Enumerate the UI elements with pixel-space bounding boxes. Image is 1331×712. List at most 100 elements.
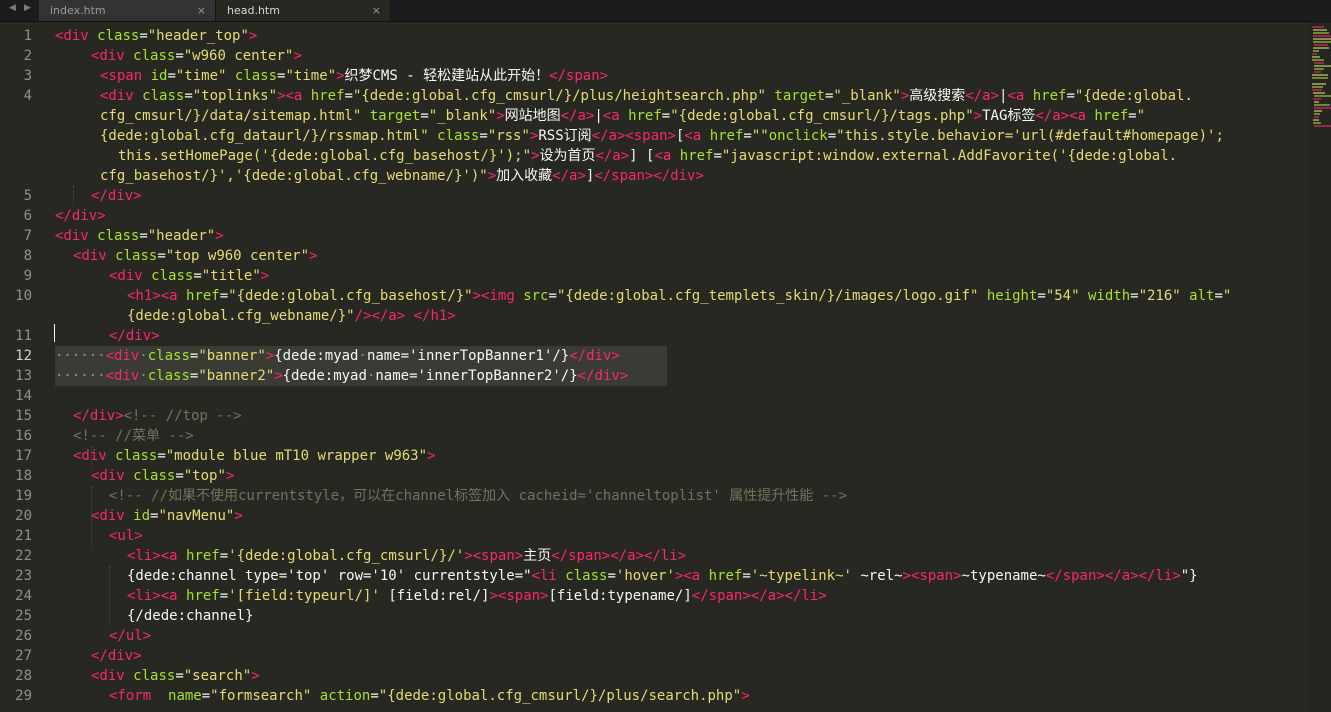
code-line[interactable]: <div class="search"> bbox=[91, 666, 260, 686]
code-line[interactable]: cfg_cmsurl/}/data/sitemap.html" target="… bbox=[100, 106, 1145, 126]
code-token: > bbox=[234, 508, 243, 524]
code-line[interactable]: ······<div·class="banner2">{dede:myad·na… bbox=[55, 366, 667, 386]
code-line[interactable]: ······<div·class="banner">{dede:myad·nam… bbox=[55, 346, 667, 366]
code-line[interactable]: {dede:global.cfg_dataurl/}/rssmap.html" … bbox=[100, 126, 1224, 146]
code-line[interactable]: <h1><a href="{dede:global.cfg_basehost/}… bbox=[127, 286, 1231, 306]
minimap-line bbox=[1314, 113, 1320, 115]
code-token: </div> bbox=[653, 168, 704, 184]
code-line[interactable]: {dede:global.cfg_webname/}"/></a> </h1> bbox=[127, 306, 456, 326]
code-token: | bbox=[594, 108, 603, 124]
code-token: ] [ bbox=[629, 148, 655, 164]
code-token: 'hover' bbox=[615, 568, 675, 584]
code-token: </div> bbox=[73, 408, 124, 424]
code-token: name bbox=[168, 688, 202, 704]
minimap-line bbox=[1313, 47, 1330, 49]
code-line[interactable]: <div class="top w960 center"> bbox=[73, 246, 317, 266]
code-token: <ul> bbox=[109, 528, 143, 544]
code-line[interactable]: </div> bbox=[91, 186, 142, 206]
code-token: <div bbox=[91, 468, 134, 484]
code-token: id bbox=[150, 68, 168, 84]
minimap-line bbox=[1314, 104, 1330, 106]
code-token: </div> bbox=[55, 208, 106, 224]
code-line[interactable]: <div id="navMenu"> bbox=[91, 506, 243, 526]
code-token: = bbox=[175, 668, 184, 684]
code-token: cfg_basehost/}','{dede:global.cfg_webnam… bbox=[100, 168, 488, 184]
triangle-left-icon[interactable]: ◀ bbox=[9, 3, 16, 13]
code-line[interactable]: <div class="header_top"> bbox=[55, 26, 257, 46]
code-token: class bbox=[133, 668, 176, 684]
code-token: </a> bbox=[371, 308, 406, 324]
code-token: this.setHomePage('{dede:global.cfg_baseh… bbox=[118, 148, 532, 164]
code-line[interactable]: <div class="header"> bbox=[55, 226, 224, 246]
code-editor[interactable]: <div class="header_top"> <div class="w960… bbox=[0, 22, 1307, 712]
code-line[interactable]: <div class="module blue mT10 wrapper w96… bbox=[73, 446, 435, 466]
indent-guide bbox=[91, 486, 92, 546]
code-line[interactable]: <div class="toplinks"><a href="{dede:glo… bbox=[100, 86, 1193, 106]
code-line[interactable]: </div> bbox=[91, 646, 142, 666]
code-line[interactable]: {dede:channel type='top' row='10' curren… bbox=[127, 566, 1198, 586]
code-token: <a bbox=[683, 568, 709, 584]
code-token: </ul> bbox=[109, 628, 152, 644]
code-line[interactable]: </div><!-- //top --> bbox=[73, 406, 242, 426]
code-token: = bbox=[157, 448, 166, 464]
tab-index-htm[interactable]: index.htm × bbox=[39, 0, 216, 21]
code-token: </li> bbox=[1138, 568, 1181, 584]
code-token: class bbox=[97, 228, 140, 244]
code-line[interactable]: <div class="top"> bbox=[91, 466, 234, 486]
code-token: ······ bbox=[55, 368, 106, 384]
code-token: = bbox=[742, 568, 751, 584]
minimap-line bbox=[1313, 62, 1324, 64]
code-line[interactable]: <div class="w960 center"> bbox=[91, 46, 302, 66]
code-token: RSS订阅 bbox=[538, 128, 592, 144]
code-token: = bbox=[139, 228, 148, 244]
code-token: = bbox=[661, 108, 671, 124]
code-token: = bbox=[548, 288, 557, 304]
code-token: <!-- //菜单 --> bbox=[73, 428, 194, 444]
code-token: class bbox=[437, 128, 480, 144]
code-token: = bbox=[1130, 288, 1139, 304]
text-cursor bbox=[54, 324, 55, 342]
code-token: class bbox=[115, 448, 158, 464]
code-token: <span> bbox=[625, 128, 676, 144]
code-token: <a bbox=[160, 288, 187, 304]
tab-head-htm[interactable]: head.htm × bbox=[216, 0, 391, 21]
code-line[interactable]: <span id="time" class="time">织梦CMS - 轻松建… bbox=[100, 66, 608, 86]
code-token: "navMenu" bbox=[158, 508, 235, 524]
code-token: "rss" bbox=[487, 128, 530, 144]
code-token: '[field:typeurl/]' bbox=[228, 588, 380, 604]
code-line[interactable]: cfg_basehost/}','{dede:global.cfg_webnam… bbox=[100, 166, 704, 186]
code-token: = bbox=[219, 588, 229, 604]
close-icon[interactable]: × bbox=[197, 0, 206, 21]
code-line[interactable]: <div class="title"> bbox=[109, 266, 269, 286]
code-token: <li bbox=[531, 568, 566, 584]
minimap[interactable] bbox=[1307, 22, 1331, 712]
code-line[interactable]: </div> bbox=[109, 326, 160, 346]
code-line[interactable]: {/dede:channel} bbox=[127, 606, 253, 626]
code-line[interactable]: <ul> bbox=[109, 526, 143, 546]
code-line[interactable]: <!-- //如果不使用currentstyle，可以在channel标签加入 … bbox=[109, 486, 847, 506]
code-line[interactable]: <li><a href='[field:typeurl/]' [field:re… bbox=[127, 586, 827, 606]
code-token: </a> bbox=[750, 588, 785, 604]
close-icon[interactable]: × bbox=[372, 0, 381, 21]
code-line[interactable]: <form name="formsearch" action="{dede:gl… bbox=[109, 686, 750, 706]
code-token: 设为首页 bbox=[539, 148, 596, 164]
code-line[interactable]: this.setHomePage('{dede:global.cfg_baseh… bbox=[118, 146, 1177, 166]
code-line[interactable]: </ul> bbox=[109, 626, 151, 646]
code-line[interactable]: </div> bbox=[55, 206, 106, 226]
code-token: = bbox=[139, 28, 148, 44]
code-token: </div> bbox=[91, 188, 142, 204]
code-token: > bbox=[741, 688, 750, 704]
code-token: <a bbox=[160, 588, 187, 604]
code-token: TAG标签 bbox=[982, 108, 1036, 124]
code-line[interactable]: <li><a href='{dede:global.cfg_cmsurl/}/'… bbox=[127, 546, 686, 566]
triangle-right-icon[interactable]: ▶ bbox=[24, 3, 31, 13]
code-token: ~typename~ bbox=[961, 568, 1046, 584]
code-line[interactable]: <!-- //菜单 --> bbox=[73, 426, 194, 446]
code-token: = bbox=[370, 688, 379, 704]
code-token: href bbox=[310, 88, 345, 104]
minimap-line bbox=[1313, 41, 1331, 43]
minimap-line bbox=[1314, 110, 1322, 112]
code-token: class bbox=[234, 68, 278, 84]
